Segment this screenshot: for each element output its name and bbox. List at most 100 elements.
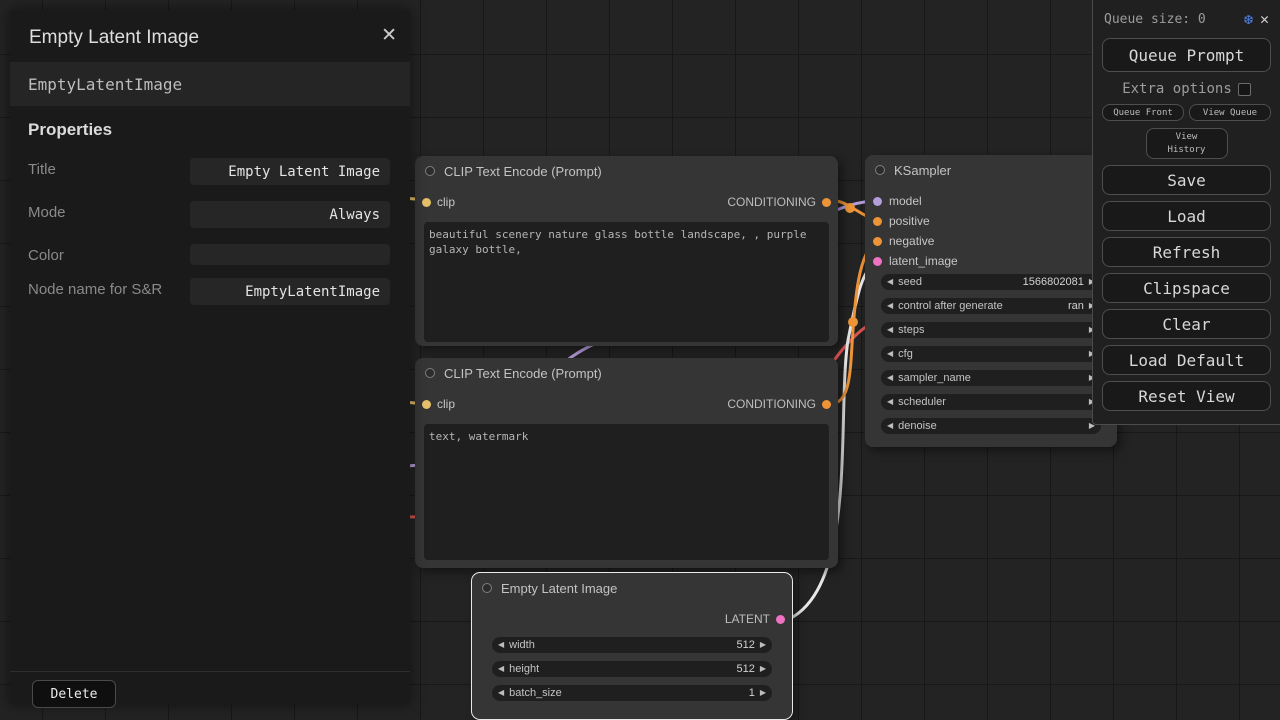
settings-snowflake-icon[interactable] xyxy=(1244,10,1253,28)
node-ksampler[interactable]: KSampler model positive negative latent_… xyxy=(865,155,1117,447)
increment-arrow-icon[interactable] xyxy=(760,641,766,649)
input-port-latent-image-icon[interactable] xyxy=(873,257,882,266)
widget-cfg[interactable]: cfg xyxy=(881,346,1101,362)
view-history-button[interactable]: View History xyxy=(1146,128,1228,159)
widget-scheduler[interactable]: scheduler xyxy=(881,394,1101,410)
node-title-bar[interactable]: CLIP Text Encode (Prompt) xyxy=(415,358,838,388)
clear-button[interactable]: Clear xyxy=(1102,309,1271,339)
clipspace-button[interactable]: Clipspace xyxy=(1102,273,1271,303)
output-port-conditioning-icon[interactable] xyxy=(822,198,831,207)
node-clip-text-encode-positive[interactable]: CLIP Text Encode (Prompt) clip CONDITION… xyxy=(415,156,838,346)
node-empty-latent-image[interactable]: Empty Latent Image LATENT width 512 heig… xyxy=(472,573,792,719)
input-slot-clip[interactable]: clip xyxy=(422,397,455,411)
widget-seed[interactable]: seed 1566802081 xyxy=(881,274,1101,290)
wire-midpoint-dot xyxy=(848,317,858,327)
input-label: latent_image xyxy=(889,254,958,268)
widget-batch-size[interactable]: batch_size 1 xyxy=(492,685,772,701)
field-label-title: Title xyxy=(28,160,183,180)
increment-arrow-icon[interactable] xyxy=(760,689,766,697)
input-port-model-icon[interactable] xyxy=(873,197,882,206)
widget-value: 1 xyxy=(749,687,755,699)
output-port-conditioning-icon[interactable] xyxy=(822,400,831,409)
decrement-arrow-icon[interactable] xyxy=(498,665,504,673)
decrement-arrow-icon[interactable] xyxy=(887,350,893,358)
view-queue-button[interactable]: View Queue xyxy=(1189,104,1271,121)
widget-width[interactable]: width 512 xyxy=(492,637,772,653)
input-label: negative xyxy=(889,234,934,248)
decrement-arrow-icon[interactable] xyxy=(887,278,893,286)
output-slot-conditioning[interactable]: CONDITIONING xyxy=(727,397,831,411)
node-title: CLIP Text Encode (Prompt) xyxy=(444,366,602,381)
node-type-label: EmptyLatentImage xyxy=(10,62,410,106)
widget-steps[interactable]: steps xyxy=(881,322,1101,338)
queue-prompt-button[interactable]: Queue Prompt xyxy=(1102,38,1271,72)
decrement-arrow-icon[interactable] xyxy=(498,689,504,697)
decrement-arrow-icon[interactable] xyxy=(887,374,893,382)
node-properties-panel: Empty Latent Image ✕ EmptyLatentImage Pr… xyxy=(10,10,410,705)
widget-label: denoise xyxy=(898,420,937,432)
wire-midpoint-dot xyxy=(845,203,855,213)
collapse-dot-icon[interactable] xyxy=(482,583,492,593)
decrement-arrow-icon[interactable] xyxy=(887,398,893,406)
widget-denoise[interactable]: denoise xyxy=(881,418,1101,434)
node-title-bar[interactable]: KSampler xyxy=(865,155,1117,185)
increment-arrow-icon[interactable] xyxy=(760,665,766,673)
output-label: LATENT xyxy=(725,612,770,626)
output-label: CONDITIONING xyxy=(727,397,816,411)
widget-label: steps xyxy=(898,324,924,336)
field-input-node-name[interactable]: EmptyLatentImage xyxy=(190,278,390,305)
widget-value: 512 xyxy=(736,663,754,675)
reset-view-button[interactable]: Reset View xyxy=(1102,381,1271,411)
input-port-negative-icon[interactable] xyxy=(873,237,882,246)
node-title-bar[interactable]: CLIP Text Encode (Prompt) xyxy=(415,156,838,186)
widget-height[interactable]: height 512 xyxy=(492,661,772,677)
refresh-button[interactable]: Refresh xyxy=(1102,237,1271,267)
save-button[interactable]: Save xyxy=(1102,165,1271,195)
decrement-arrow-icon[interactable] xyxy=(887,302,893,310)
output-port-latent-icon[interactable] xyxy=(776,615,785,624)
widget-value: 512 xyxy=(736,639,754,651)
divider xyxy=(10,671,410,672)
collapse-dot-icon[interactable] xyxy=(425,166,435,176)
output-label: CONDITIONING xyxy=(727,195,816,209)
load-default-button[interactable]: Load Default xyxy=(1102,345,1271,375)
input-port-clip-icon[interactable] xyxy=(422,400,431,409)
input-slot-latent-image[interactable]: latent_image xyxy=(865,251,1117,271)
node-title: Empty Latent Image xyxy=(501,581,617,596)
input-port-positive-icon[interactable] xyxy=(873,217,882,226)
close-icon[interactable]: ✕ xyxy=(1260,10,1269,28)
input-label: model xyxy=(889,194,922,208)
field-input-color[interactable] xyxy=(190,244,390,265)
node-title-bar[interactable]: Empty Latent Image xyxy=(472,573,792,603)
input-label: clip xyxy=(437,195,455,209)
widget-label: batch_size xyxy=(509,687,562,699)
widget-sampler-name[interactable]: sampler_name xyxy=(881,370,1101,386)
decrement-arrow-icon[interactable] xyxy=(887,422,893,430)
input-port-clip-icon[interactable] xyxy=(422,198,431,207)
input-slot-positive[interactable]: positive xyxy=(865,211,1117,231)
decrement-arrow-icon[interactable] xyxy=(498,641,504,649)
node-clip-text-encode-negative[interactable]: CLIP Text Encode (Prompt) clip CONDITION… xyxy=(415,358,838,568)
input-slot-clip[interactable]: clip xyxy=(422,195,455,209)
close-icon[interactable]: ✕ xyxy=(381,24,397,47)
collapse-dot-icon[interactable] xyxy=(875,165,885,175)
delete-node-button[interactable]: Delete xyxy=(32,680,116,708)
field-label-mode: Mode xyxy=(28,203,183,223)
decrement-arrow-icon[interactable] xyxy=(887,326,893,334)
collapse-dot-icon[interactable] xyxy=(425,368,435,378)
field-label-color: Color xyxy=(28,246,183,266)
extra-options-checkbox[interactable] xyxy=(1238,83,1251,96)
node-graph-canvas[interactable]: CLIP Text Encode (Prompt) clip CONDITION… xyxy=(0,0,1280,720)
output-slot-conditioning[interactable]: CONDITIONING xyxy=(727,195,831,209)
output-slot-latent[interactable]: LATENT xyxy=(725,612,785,626)
input-slot-model[interactable]: model xyxy=(865,191,1117,211)
field-input-title[interactable]: Empty Latent Image xyxy=(190,158,390,185)
prompt-text-area[interactable]: beautiful scenery nature glass bottle la… xyxy=(424,222,829,342)
field-input-mode[interactable]: Always xyxy=(190,201,390,228)
load-button[interactable]: Load xyxy=(1102,201,1271,231)
input-slot-negative[interactable]: negative xyxy=(865,231,1117,251)
widget-control-after-generate[interactable]: control after generate ran xyxy=(881,298,1101,314)
queue-front-button[interactable]: Queue Front xyxy=(1102,104,1184,121)
queue-size-label: Queue size: 0 xyxy=(1104,12,1237,27)
prompt-text-area[interactable]: text, watermark xyxy=(424,424,829,560)
